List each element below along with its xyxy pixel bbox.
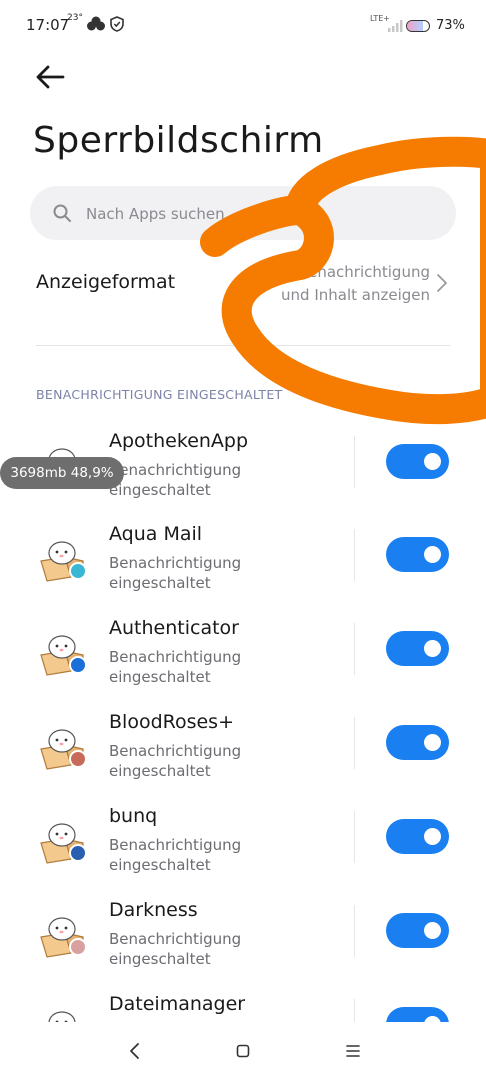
- app-status-line2: eingeschaltet: [109, 574, 211, 592]
- arrow-left-icon[interactable]: [30, 60, 70, 94]
- display-format-value-line1: Benachrichtigung: [297, 263, 430, 281]
- app-icon: [40, 635, 87, 676]
- app-status: Benachrichtigung eingeschaltet: [109, 647, 289, 687]
- app-row[interactable]: Darkness Benachrichtigung eingeschaltet: [0, 899, 486, 993]
- display-format-row[interactable]: Anzeigeformat Benachrichtigung und Inhal…: [0, 255, 486, 317]
- app-status-line2: eingeschaltet: [109, 856, 211, 874]
- display-format-label: Anzeigeformat: [36, 271, 176, 293]
- status-temperature: 23°: [67, 13, 83, 23]
- notification-toggle[interactable]: [386, 913, 449, 948]
- signal-icon: [388, 20, 403, 32]
- app-row[interactable]: BloodRoses+ Benachrichtigung eingeschalt…: [0, 711, 486, 805]
- app-status-line1: Benachrichtigung: [109, 461, 242, 479]
- app-name: Darkness: [109, 899, 198, 921]
- toggle-knob: [424, 734, 441, 751]
- battery-fill: [407, 21, 424, 31]
- app-status-line1: Benachrichtigung: [109, 648, 242, 666]
- app-status: Benachrichtigung eingeschaltet: [109, 741, 289, 781]
- battery-percent: 73%: [436, 18, 465, 33]
- chevron-right-icon: [437, 274, 447, 292]
- app-icon: [40, 917, 87, 958]
- divider: [36, 345, 450, 346]
- row-separator: [354, 811, 355, 863]
- row-separator: [354, 529, 355, 581]
- notification-toggle[interactable]: [386, 819, 449, 854]
- search-icon: [53, 204, 71, 222]
- app-status: Benachrichtigung eingeschaltet: [109, 929, 289, 969]
- network-type: LTE+: [370, 14, 390, 23]
- app-status-line2: eingeschaltet: [109, 762, 211, 780]
- search-bar[interactable]: [30, 186, 456, 242]
- app-name: BloodRoses+: [109, 711, 235, 733]
- toggle-knob: [424, 828, 441, 845]
- app-icon: [40, 541, 87, 582]
- app-status-line1: Benachrichtigung: [109, 554, 242, 572]
- shield-icon: [110, 16, 124, 32]
- app-icon: [40, 823, 87, 864]
- notification-toggle[interactable]: [386, 444, 449, 479]
- app-row[interactable]: Authenticator Benachrichtigung eingescha…: [0, 617, 486, 711]
- app-status-line2: eingeschaltet: [109, 950, 211, 968]
- app-status-line2: eingeschaltet: [109, 668, 211, 686]
- toggle-knob: [424, 453, 441, 470]
- nav-menu-icon[interactable]: [346, 1044, 360, 1058]
- nav-home-icon[interactable]: [236, 1044, 250, 1058]
- app-status: Benachrichtigung eingeschaltet: [109, 835, 289, 875]
- row-separator: [354, 717, 355, 769]
- app-name: Authenticator: [109, 617, 239, 639]
- status-bar: 17:07 23° LTE+ 73%: [0, 0, 486, 56]
- app-name: Dateimanager: [109, 993, 246, 1015]
- app-status-line1: Benachrichtigung: [109, 836, 242, 854]
- search-input[interactable]: [84, 186, 428, 242]
- nav-back-icon[interactable]: [128, 1042, 142, 1060]
- app-name: Aqua Mail: [109, 523, 203, 545]
- app-status-line1: Benachrichtigung: [109, 930, 242, 948]
- row-separator: [354, 905, 355, 957]
- app-icon: [40, 729, 87, 770]
- app-status-line2: eingeschaltet: [109, 481, 211, 499]
- app-row[interactable]: Aqua Mail Benachrichtigung eingeschaltet: [0, 523, 486, 617]
- row-separator: [354, 623, 355, 675]
- notification-toggle[interactable]: [386, 631, 449, 666]
- row-separator: [354, 436, 355, 488]
- display-format-value-line2: und Inhalt anzeigen: [281, 286, 430, 304]
- app-status: Benachrichtigung eingeschaltet: [109, 460, 289, 500]
- notification-toggle[interactable]: [386, 537, 449, 572]
- battery-icon: [406, 20, 430, 32]
- toggle-knob: [424, 546, 441, 563]
- page-title: Sperrbildschirm: [33, 120, 324, 161]
- app-status-line1: Benachrichtigung: [109, 742, 242, 760]
- app-name: ApothekenApp: [109, 430, 249, 452]
- display-format-value: Benachrichtigung und Inhalt anzeigen: [230, 261, 430, 307]
- status-time: 17:07: [26, 16, 70, 34]
- app-row[interactable]: bunq Benachrichtigung eingeschaltet: [0, 805, 486, 899]
- toggle-knob: [424, 640, 441, 657]
- app-name: bunq: [109, 805, 158, 827]
- memory-overlay-badge: 3698mb 48,9%: [0, 457, 124, 489]
- section-header: BENACHRICHTIGUNG EINGESCHALTET: [36, 387, 283, 402]
- app-status: Benachrichtigung eingeschaltet: [109, 553, 289, 593]
- notification-toggle[interactable]: [386, 725, 449, 760]
- toggle-knob: [424, 922, 441, 939]
- cloud-icon: [87, 16, 105, 31]
